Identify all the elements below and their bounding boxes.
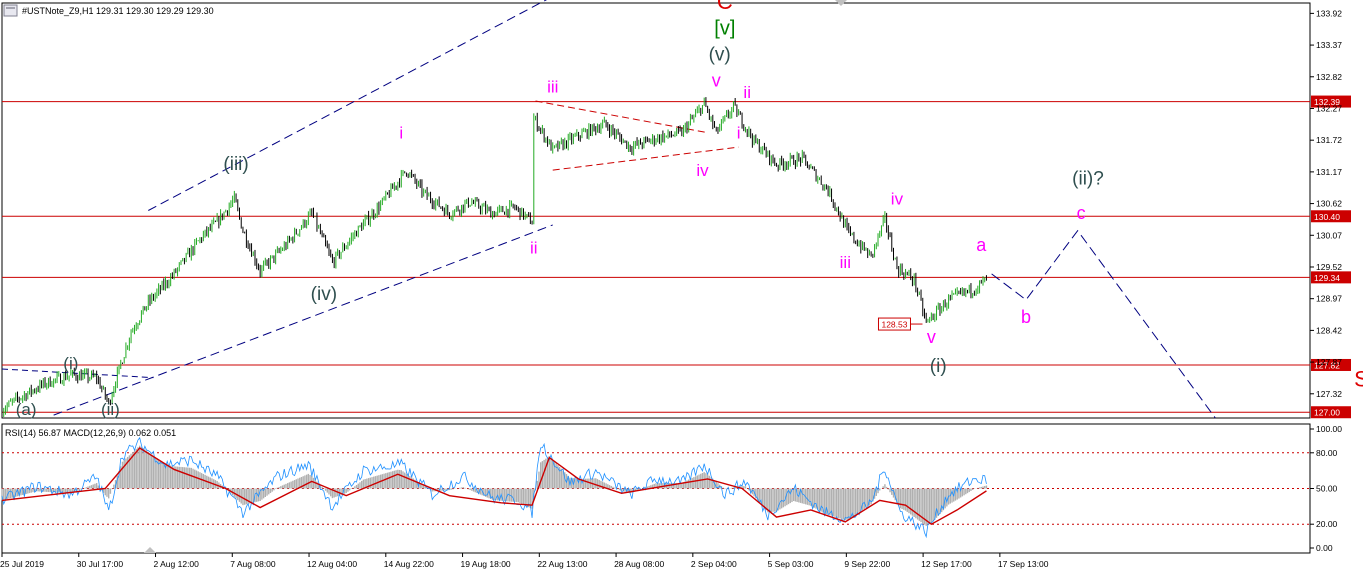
wave-label: iii: [547, 77, 558, 96]
y-tick-label: 130.62: [1316, 199, 1342, 209]
x-tick-label: 12 Aug 04:00: [307, 559, 357, 569]
y-tick-label: 132.82: [1316, 72, 1342, 82]
x-tick-label: 2 Aug 12:00: [154, 559, 200, 569]
x-tick-label: 28 Aug 08:00: [614, 559, 664, 569]
indicator-tick-label: 50.00: [1316, 484, 1338, 494]
indicator-tick-label: 0.00: [1316, 543, 1333, 553]
wave-label: c: [1077, 203, 1086, 223]
indicator-tick-label: 100.00: [1316, 424, 1342, 434]
level-price-label: 127.00: [1314, 408, 1340, 418]
y-tick-label: 128.97: [1316, 294, 1342, 304]
wave-label: (v): [709, 45, 731, 66]
wave-label: iii: [840, 253, 851, 272]
wave-label: (i): [63, 354, 78, 373]
indicator-tick-label: 20.00: [1316, 519, 1338, 529]
wave-label: iv: [891, 190, 904, 209]
wave-label: (i): [930, 356, 947, 377]
wave-label: Support: [1354, 366, 1363, 391]
y-tick-label: 127.32: [1316, 389, 1342, 399]
wave-label: ii: [743, 83, 751, 102]
y-tick-label: 129.52: [1316, 262, 1342, 272]
y-tick-label: 133.92: [1316, 8, 1342, 18]
wave-label: ii: [530, 239, 538, 258]
y-tick-label: 133.37: [1316, 40, 1342, 50]
wave-label: (iii): [223, 154, 248, 175]
y-tick-label: 132.27: [1316, 103, 1342, 113]
y-tick-label: 128.42: [1316, 325, 1342, 335]
y-tick-label: 130.07: [1316, 230, 1342, 240]
indicator-title: RSI(14) 56.87 MACD(12,26,9) 0.062 0.051: [5, 428, 176, 438]
wave-label: i: [737, 123, 741, 142]
wave-label: b: [1021, 307, 1031, 327]
indicator-tick-label: 80.00: [1316, 448, 1338, 458]
y-tick-label: 131.17: [1316, 167, 1342, 177]
x-tick-label: 17 Sep 13:00: [998, 559, 1049, 569]
wave-label: iv: [696, 161, 709, 180]
wave-label: (a): [16, 400, 37, 419]
x-tick-label: 22 Aug 13:00: [537, 559, 587, 569]
level-price-label: 129.34: [1314, 273, 1340, 283]
wave-label: [v]: [714, 18, 735, 40]
x-tick-label: 30 Jul 17:00: [77, 559, 124, 569]
wave-label: (ii)?: [1072, 169, 1104, 190]
chart-title: #USTNote_Z9,H1 129.31 129.30 129.29 129.…: [22, 6, 214, 16]
y-tick-label: 131.72: [1316, 135, 1342, 145]
x-tick-label: 7 Aug 08:00: [230, 559, 276, 569]
wave-label: (ii): [101, 400, 120, 419]
low-price-label: 128.53: [881, 320, 907, 330]
chart-header: #USTNote_Z9,H1 129.31 129.30 129.29 129.…: [3, 4, 214, 17]
wave-label: v: [927, 327, 936, 347]
wave-label: v: [712, 71, 721, 91]
wave-label: a: [976, 235, 987, 255]
price-chart-svg[interactable]: 128.53C[v](v)viii iiiiv(iii)iii(iv)(i)(ii…: [0, 0, 1363, 577]
x-tick-label: 12 Sep 17:00: [921, 559, 972, 569]
x-tick-label: 25 Jul 2019: [0, 559, 44, 569]
chart-background: [0, 0, 1363, 577]
x-tick-label: 5 Sep 03:00: [768, 559, 814, 569]
x-tick-label: 9 Sep 22:00: [844, 559, 890, 569]
wave-label: i: [399, 123, 403, 142]
y-tick-label: 127.87: [1316, 357, 1342, 367]
x-tick-label: 2 Sep 04:00: [691, 559, 737, 569]
wave-label: C: [717, 0, 733, 14]
x-tick-label: 19 Aug 18:00: [461, 559, 511, 569]
chart-window: 128.53 C [v] (v) v iii ii i iv (iii) i ii (iv) (i) (ii…: [0, 0, 1363, 577]
level-price-label: 130.40: [1314, 212, 1340, 222]
window-menu-icon[interactable]: [3, 4, 18, 17]
wave-label: (iv): [311, 284, 337, 305]
x-tick-label: 14 Aug 22:00: [384, 559, 434, 569]
